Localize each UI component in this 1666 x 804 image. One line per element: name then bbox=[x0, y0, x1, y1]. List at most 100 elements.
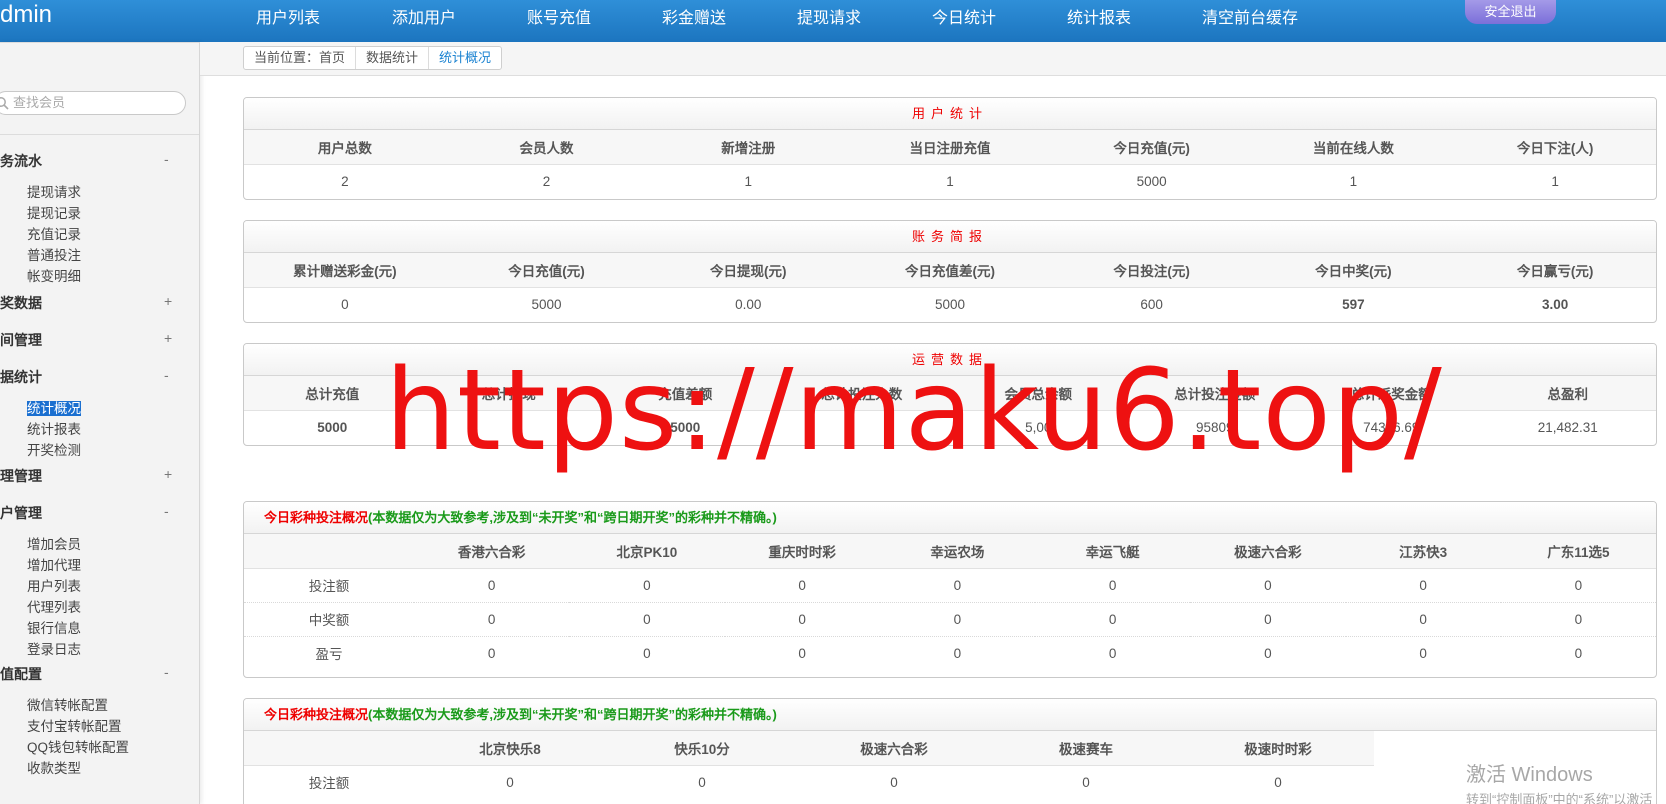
sidebar-group-user-management[interactable]: 用户管理 - bbox=[0, 503, 199, 523]
table-row: 2 2 1 1 5000 1 1 bbox=[244, 164, 1656, 198]
table-header: 今日提现(元) bbox=[647, 253, 850, 288]
sidebar-item-agent-list[interactable]: 代理列表 bbox=[27, 596, 81, 616]
nav-user-list[interactable]: 用户列表 bbox=[256, 4, 320, 28]
sidebar-item-stats-overview[interactable]: 统计概况 bbox=[27, 397, 81, 417]
sidebar-item-add-agent[interactable]: 增加代理 bbox=[27, 554, 81, 574]
breadcrumb-home[interactable]: 当前位置：首页 bbox=[244, 47, 357, 69]
table-header: 累计赠送彩金(元) bbox=[244, 253, 446, 288]
table-cell: 0 bbox=[414, 602, 570, 637]
nav-stat-reports[interactable]: 统计报表 bbox=[1067, 4, 1131, 28]
nav-today-stats[interactable]: 今日统计 bbox=[932, 4, 996, 28]
sidebar-item-bank-info[interactable]: 银行信息 bbox=[27, 617, 81, 637]
table-cell: 0 bbox=[1500, 602, 1656, 637]
table-cell: 600 bbox=[1140, 296, 1163, 312]
table-header: 总盈利 bbox=[1479, 376, 1656, 411]
sidebar-item-stats-reports[interactable]: 统计报表 bbox=[27, 418, 81, 438]
table-cell: 0 bbox=[1500, 568, 1656, 603]
breadcrumb-data-stats[interactable]: 数据统计 bbox=[356, 47, 430, 69]
lottery-bets-panel-2: 今日彩种投注概况(本数据仅为大致参考,涉及到“未开奖”和“跨日期开奖”的彩种并不… bbox=[243, 698, 1657, 804]
table-cell: 0 bbox=[1108, 645, 1117, 661]
table-header bbox=[244, 731, 414, 766]
table-header: 江苏快3 bbox=[1345, 534, 1501, 569]
panel-title: 今日彩种投注概况(本数据仅为大致参考,涉及到“未开奖”和“跨日期开奖”的彩种并不… bbox=[244, 699, 1656, 731]
table-header: 极速赛车 bbox=[990, 731, 1182, 766]
sidebar-group-data-stats[interactable]: 数据统计 - bbox=[0, 367, 199, 387]
panel-title-main: 今日彩种投注概况 bbox=[264, 707, 369, 722]
table-header: 香港六合彩 bbox=[414, 534, 570, 569]
table-cell: 0 bbox=[341, 296, 349, 312]
table-cell: 5000 bbox=[531, 296, 562, 312]
row-label: 中奖额 bbox=[244, 602, 414, 637]
sidebar-item-login-log[interactable]: 登录日志 bbox=[27, 638, 81, 658]
sidebar-group-business-flow[interactable]: 业务流水 - bbox=[0, 151, 199, 171]
logout-button[interactable]: 安全退出 bbox=[1465, 0, 1556, 24]
windows-activation-notice: 激活 Windows 转到“控制面板”中的“系统”以激活 bbox=[1466, 758, 1652, 804]
table-cell: 2 bbox=[341, 173, 349, 189]
sidebar-item-alipay-config[interactable]: 支付宝转帐配置 bbox=[27, 715, 122, 735]
group-label: 用户管理 bbox=[0, 505, 42, 521]
finance-summary-panel: 账务简报 累计赠送彩金(元) 今日充值(元) 今日提现(元) 今日充值差(元) … bbox=[243, 220, 1657, 323]
collapse-icon: - bbox=[164, 503, 169, 519]
member-search-input[interactable]: 查找会员 bbox=[0, 91, 186, 115]
sidebar-group-lottery-data[interactable]: 开奖数据 + bbox=[0, 293, 199, 313]
table-header: 幸运飞艇 bbox=[1035, 534, 1191, 569]
breadcrumb-current: 统计概况 bbox=[439, 50, 492, 65]
table-header bbox=[244, 534, 414, 569]
table-row: 投注额 0 0 0 0 0 0 0 0 bbox=[244, 568, 1656, 603]
sidebar-group-recharge-config[interactable]: 充值配置 - bbox=[0, 664, 199, 684]
sidebar-item-recharge-records[interactable]: 充值记录 bbox=[27, 223, 81, 243]
nav-clear-cache[interactable]: 清空前台缓存 bbox=[1202, 4, 1298, 28]
table-header: 极速时时彩 bbox=[1182, 731, 1374, 766]
sidebar-item-payment-types[interactable]: 收款类型 bbox=[27, 757, 81, 777]
table-cell: 0 bbox=[1082, 774, 1090, 790]
table-header: 今日充值差(元) bbox=[849, 253, 1051, 288]
sidebar-item-draw-check[interactable]: 开奖检测 bbox=[27, 439, 81, 459]
table-cell: 1 bbox=[1551, 173, 1559, 189]
table-cell: 0 bbox=[724, 602, 880, 637]
table-header: 今日充值(元) bbox=[1050, 130, 1253, 165]
panel-title: 用户统计 bbox=[244, 98, 1656, 130]
table-cell: 0 bbox=[1190, 602, 1346, 637]
table-header: 用户总数 bbox=[244, 130, 446, 165]
table-header: 极速六合彩 bbox=[1190, 534, 1346, 569]
sidebar-item-account-changes[interactable]: 帐变明细 bbox=[27, 265, 81, 285]
table-cell: 0 bbox=[569, 602, 725, 637]
sidebar-item-wechat-config[interactable]: 微信转帐配置 bbox=[27, 694, 108, 714]
sidebar-group-time-management[interactable]: 时间管理 + bbox=[0, 330, 199, 350]
table-cell: 0 bbox=[1345, 568, 1501, 603]
table-cell: 0 bbox=[1035, 602, 1191, 637]
nav-account-recharge[interactable]: 账号充值 bbox=[527, 4, 591, 28]
table-header: 今日投注(元) bbox=[1050, 253, 1253, 288]
nav-bonus-gift[interactable]: 彩金赠送 bbox=[662, 4, 726, 28]
sidebar-group-agent-management[interactable]: 代理管理 + bbox=[0, 466, 199, 486]
user-stats-panel: 用户统计 用户总数 会员人数 新增注册 当日注册充值 今日充值(元) 当前在线人… bbox=[243, 97, 1657, 200]
sidebar-item-withdraw-requests[interactable]: 提现请求 bbox=[27, 181, 81, 201]
sidebar-item-normal-bets[interactable]: 普通投注 bbox=[27, 244, 81, 264]
table-header: 今日中奖(元) bbox=[1252, 253, 1455, 288]
table-cell: 0 bbox=[798, 645, 806, 661]
table-header: 当前在线人数 bbox=[1252, 130, 1455, 165]
sidebar-item-withdraw-records[interactable]: 提现记录 bbox=[27, 202, 81, 222]
table-cell: 0 bbox=[1345, 602, 1501, 637]
table-cell: 1 bbox=[744, 173, 753, 189]
sidebar-item-qq-wallet-config[interactable]: QQ钱包转帐配置 bbox=[27, 736, 129, 756]
table-header: 北京PK10 bbox=[569, 534, 725, 569]
table-row: 0 5000 0.00 5000 600 597 3.00 bbox=[244, 287, 1656, 321]
table-header: 当日注册充值 bbox=[849, 130, 1051, 165]
table-cell: 0 bbox=[643, 645, 651, 661]
table-cell: 5000 bbox=[1136, 173, 1167, 189]
row-label: 投注额 bbox=[244, 568, 414, 603]
group-label: 代理管理 bbox=[0, 468, 42, 484]
table-cell: 0 bbox=[1190, 568, 1346, 603]
panel-title-note: (本数据仅为大致参考,涉及到“未开奖”和“跨日期开奖”的彩种并不精确。) bbox=[368, 707, 777, 722]
nav-withdraw-requests[interactable]: 提现请求 bbox=[797, 4, 861, 28]
sidebar-item-add-member[interactable]: 增加会员 bbox=[27, 533, 81, 553]
table-header: 会员人数 bbox=[445, 130, 648, 165]
table-header: 幸运农场 bbox=[879, 534, 1035, 569]
nav-add-user[interactable]: 添加用户 bbox=[392, 4, 456, 28]
lottery-table-1: 香港六合彩 北京PK10 重庆时时彩 幸运农场 幸运飞艇 极速六合彩 江苏快3 … bbox=[244, 534, 1656, 670]
row-label: 投注额 bbox=[308, 776, 350, 792]
table-header: 广东11选5 bbox=[1500, 534, 1656, 569]
table-cell: 0 bbox=[487, 645, 496, 661]
sidebar-item-user-list[interactable]: 用户列表 bbox=[27, 575, 81, 595]
